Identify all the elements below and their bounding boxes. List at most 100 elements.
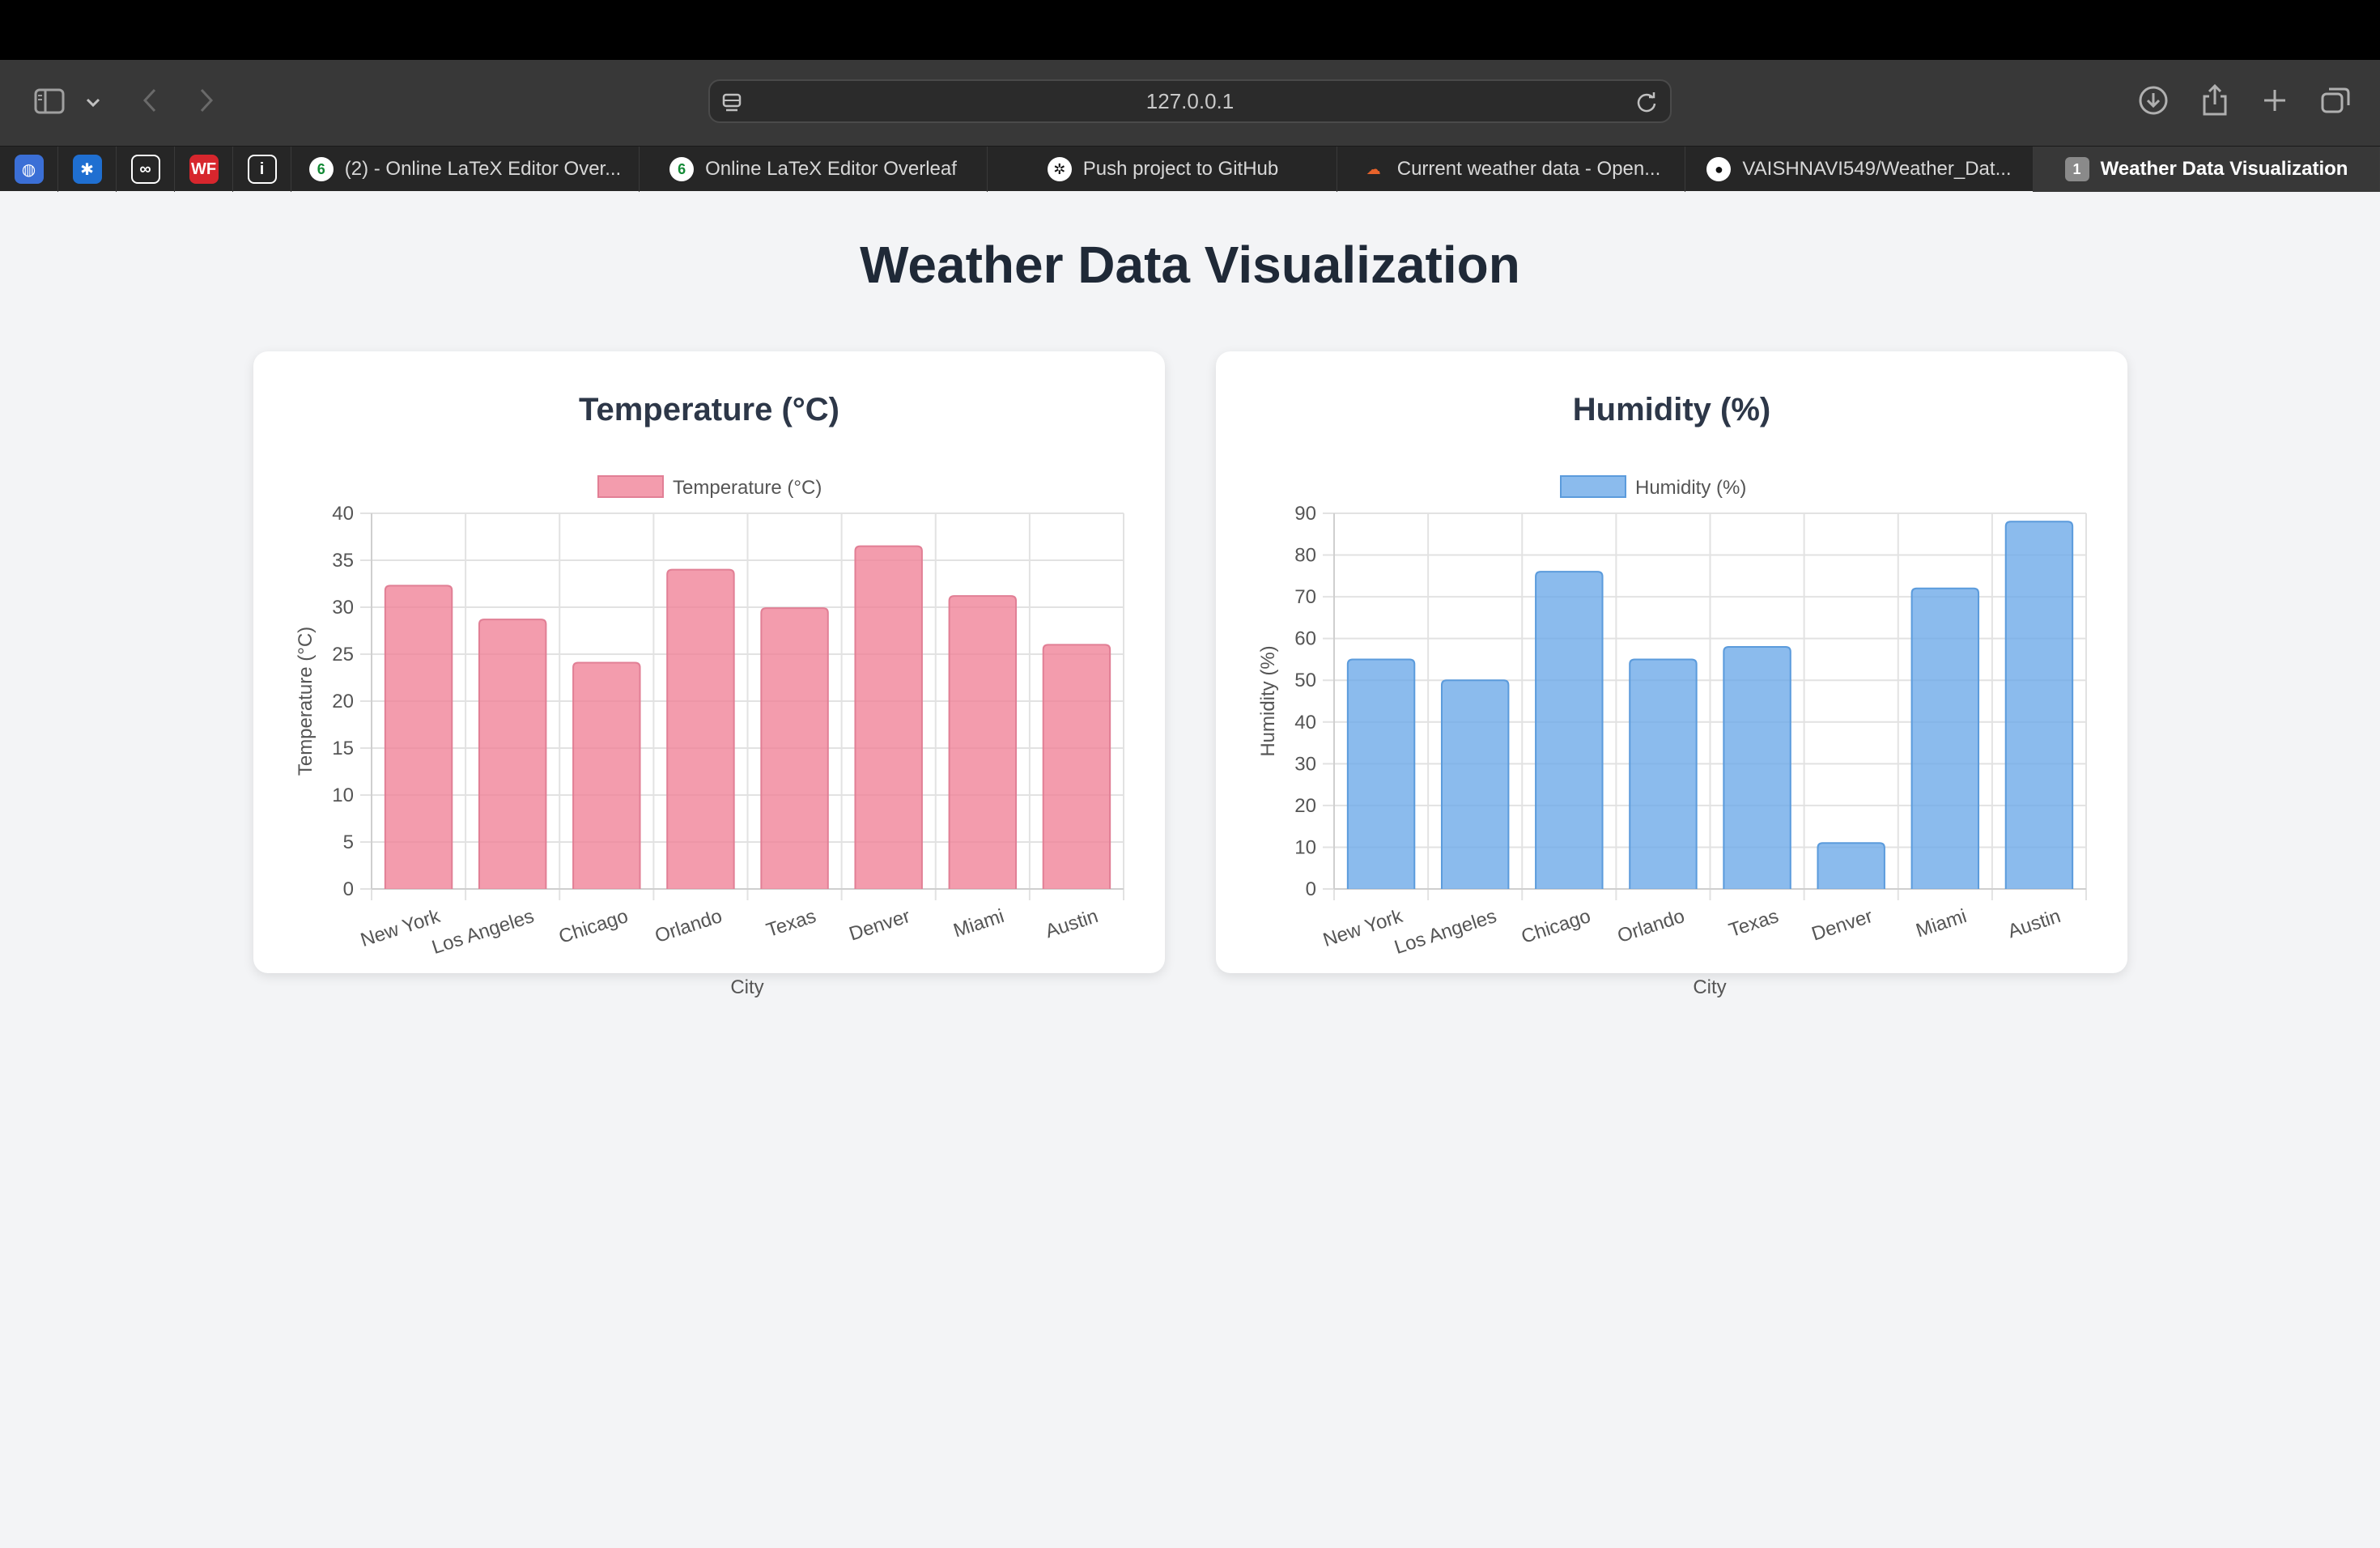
humidity-bar-chart: Humidity (%)0102030405060708090New YorkL… (1257, 475, 2087, 998)
y-tick-label: 40 (332, 503, 354, 525)
x-tick-label: Orlando (1615, 905, 1688, 947)
temperature-bar-chart: Temperature (°C)0510152025303540New York… (295, 475, 1124, 998)
x-tick-label: Texas (763, 905, 818, 942)
x-tick-label: Miami (950, 905, 1006, 942)
pinned-tab[interactable]: ✱ (58, 147, 117, 192)
chart-legend: Humidity (%) (1560, 475, 1746, 499)
y-tick-label: 20 (1294, 795, 1316, 817)
y-tick-label: 20 (332, 691, 354, 712)
y-tick-label: 90 (1294, 503, 1316, 525)
y-tick-label: 25 (332, 644, 354, 666)
x-tick-label: Texas (1726, 905, 1781, 942)
y-tick-label: 40 (1294, 712, 1316, 734)
y-tick-label: 5 (343, 831, 354, 853)
x-tick-label: Los Angeles (429, 905, 537, 959)
tab-label: Push project to GitHub (1082, 158, 1279, 180)
y-tick-label: 35 (332, 550, 354, 572)
bar (1042, 644, 1111, 889)
y-tick-label: 80 (1294, 545, 1316, 567)
x-tick-label: Austin (2005, 905, 2063, 942)
y-tick-label: 50 (1294, 670, 1316, 691)
tab-label: Weather Data Visualization (2100, 158, 2348, 180)
bar (572, 661, 641, 889)
pinned-tab[interactable]: ∞ (117, 147, 175, 192)
browser-tab[interactable]: 1 Weather Data Visualization (2034, 147, 2380, 192)
pinned-tab[interactable]: i (233, 147, 291, 192)
share-icon[interactable] (2197, 81, 2233, 120)
y-tick-label: 30 (1294, 753, 1316, 775)
bar (384, 585, 453, 889)
x-tick-label: Austin (1043, 905, 1101, 942)
page-title: Weather Data Visualization (860, 236, 1520, 294)
y-axis-title: Temperature (°C) (295, 627, 317, 776)
browser-toolbar: 127.0.0.1 (0, 60, 2380, 146)
bar (1817, 842, 1885, 889)
x-tick-label: Denver (847, 905, 913, 946)
chevron-down-icon[interactable] (81, 91, 105, 115)
y-tick-label: 60 (1294, 628, 1316, 650)
x-tick-label: Chicago (556, 905, 631, 948)
openai-icon: ✲ (1047, 157, 1072, 181)
humidity-chart-card: Humidity (%) Humidity (%) 0 10 20 30 40 50 60 70… (1216, 351, 2127, 998)
chart-legend: Temperature (°C) (597, 475, 822, 499)
bar (1629, 658, 1698, 889)
globe-icon: ◍ (14, 155, 44, 184)
tab-label: Current weather data - Open... (1396, 158, 1661, 180)
bar (854, 545, 923, 889)
bar (1440, 679, 1510, 889)
browser-tab[interactable]: 6 Online LaTeX Editor Overleaf (640, 147, 988, 192)
legend-label: Temperature (°C) (673, 477, 822, 499)
legend-swatch (1560, 475, 1626, 498)
tab-label: VAISHNAVI549/Weather_Dat... (1742, 158, 2012, 180)
reload-icon[interactable] (1633, 89, 1660, 117)
menu-bar-area (0, 0, 2380, 60)
pinned-tab[interactable]: ◍ (0, 147, 58, 192)
info-icon: i (247, 155, 277, 184)
new-tab-icon[interactable] (2257, 83, 2293, 118)
bar (1910, 587, 1980, 889)
y-tick-label: 0 (1306, 878, 1316, 900)
legend-label: Humidity (%) (1635, 477, 1746, 499)
tab-label: Online LaTeX Editor Overleaf (705, 158, 957, 180)
forward-icon[interactable] (193, 84, 220, 117)
overleaf-icon: 6 (669, 157, 695, 181)
y-tick-label: 30 (332, 597, 354, 619)
overleaf-icon: 6 (308, 157, 334, 181)
browser-tab[interactable]: ☁ Current weather data - Open... (1337, 147, 1685, 192)
x-tick-label: Orlando (652, 905, 725, 947)
url-text: 127.0.0.1 (1145, 88, 1235, 113)
tab-badge-icon: 1 (2064, 157, 2089, 181)
x-tick-label: Chicago (1519, 905, 1593, 948)
y-tick-label: 10 (1294, 836, 1316, 858)
tab-bar: ◍ ✱ ∞ WF i 6 (2) - Online LaTeX Editor Over...… (0, 146, 2380, 192)
address-bar[interactable]: 127.0.0.1 (708, 79, 1672, 123)
bar (1723, 645, 1791, 889)
temperature-chart-card: Temperature (°C) Temperature (°C) 0 5 10 15 2… (253, 351, 1165, 998)
y-axis-title: Humidity (%) (1257, 645, 1279, 756)
bar (666, 568, 735, 889)
y-tick-label: 10 (332, 785, 354, 806)
y-tick-label: 0 (343, 878, 354, 900)
browser-tab[interactable]: ✲ Push project to GitHub (989, 147, 1337, 192)
browser-tab[interactable]: 6 (2) - Online LaTeX Editor Over... (291, 147, 640, 192)
x-tick-label: Los Angeles (1392, 905, 1499, 959)
downloads-icon[interactable] (2136, 83, 2171, 118)
legend-swatch (597, 475, 664, 498)
openweather-icon: ☁ (1361, 157, 1386, 181)
tab-overview-icon[interactable] (2317, 83, 2354, 118)
bar (478, 619, 547, 889)
sidebar-toggle-icon[interactable] (31, 83, 68, 120)
bar (760, 607, 829, 889)
bar (1346, 658, 1416, 889)
walmart-icon: ✱ (72, 155, 102, 184)
github-icon: ● (1706, 157, 1732, 181)
bar (1535, 571, 1604, 889)
tab-label: (2) - Online LaTeX Editor Over... (344, 158, 622, 180)
x-axis-title: City (730, 976, 763, 998)
y-tick-label: 70 (1294, 586, 1316, 608)
bar (948, 595, 1018, 889)
x-tick-label: Denver (1809, 905, 1876, 946)
browser-tab[interactable]: ● VAISHNAVI549/Weather_Dat... (1685, 147, 2034, 192)
back-icon[interactable] (136, 84, 164, 117)
pinned-tab[interactable]: WF (175, 147, 233, 192)
